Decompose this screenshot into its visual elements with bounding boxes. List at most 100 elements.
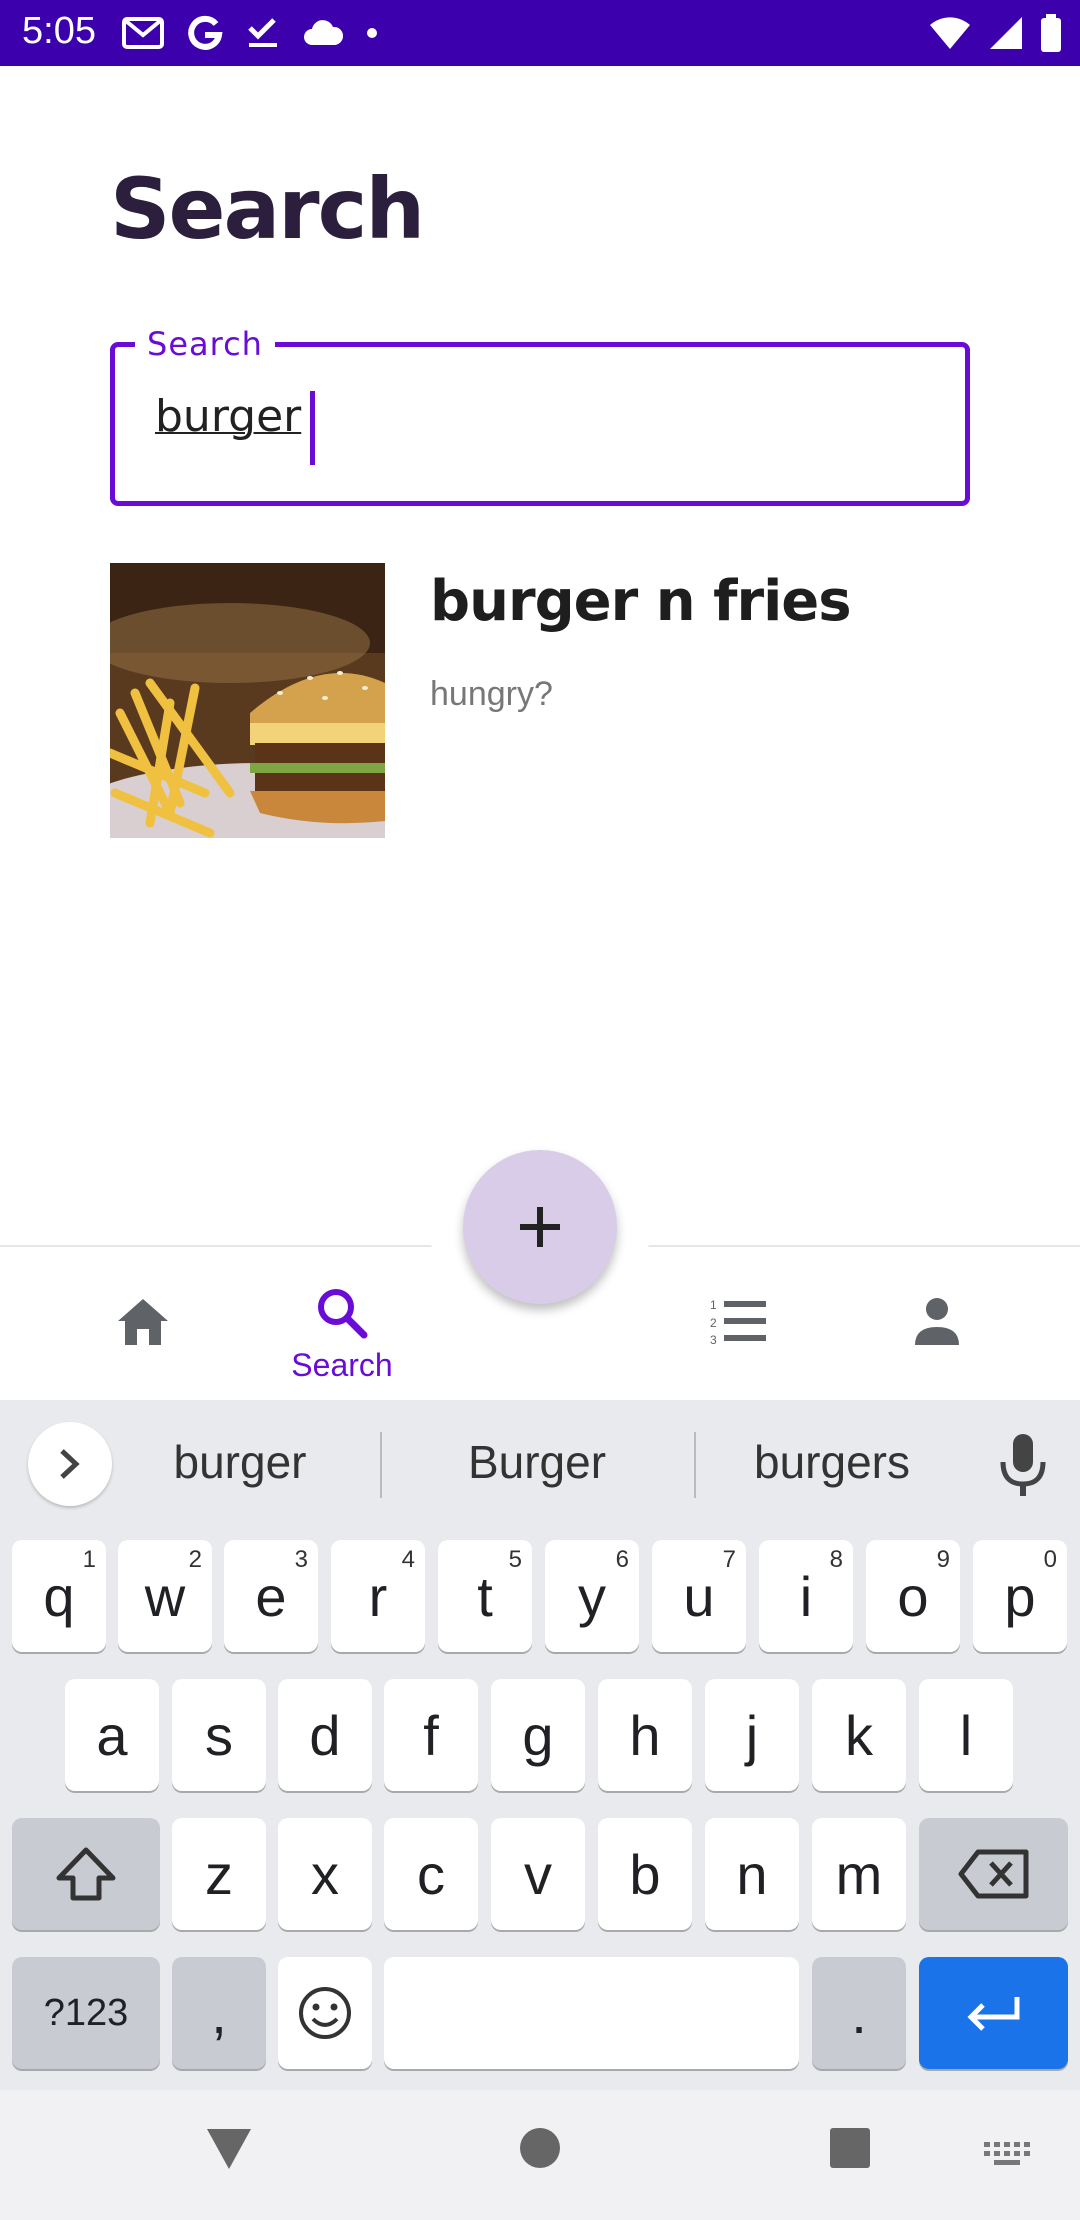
wifi-icon bbox=[930, 17, 970, 49]
enter-arrow-icon bbox=[966, 1997, 1019, 2031]
battery-icon bbox=[1041, 14, 1061, 52]
key-label: y bbox=[578, 1564, 606, 1628]
key-label: q bbox=[43, 1564, 75, 1628]
key-f[interactable]: f bbox=[384, 1679, 478, 1791]
keyboard-switch-icon[interactable] bbox=[984, 2142, 1030, 2170]
notification-icons bbox=[122, 12, 378, 54]
search-input[interactable]: burger bbox=[155, 391, 301, 442]
result-thumbnail bbox=[110, 563, 385, 838]
svg-text:1: 1 bbox=[710, 1298, 717, 1312]
key-label: w bbox=[144, 1564, 186, 1628]
key-hint: 0 bbox=[1043, 1546, 1057, 1573]
key-x[interactable]: x bbox=[278, 1818, 372, 1930]
key-v[interactable]: v bbox=[491, 1818, 585, 1930]
key-hint: 3 bbox=[294, 1546, 308, 1573]
system-icons bbox=[928, 12, 1062, 54]
key-e[interactable]: e3 bbox=[224, 1540, 318, 1652]
recents-icon[interactable] bbox=[828, 2126, 872, 2170]
backspace-icon bbox=[958, 1849, 1028, 1899]
add-button[interactable] bbox=[463, 1150, 617, 1304]
suggestion-divider bbox=[694, 1432, 696, 1498]
key-a[interactable]: a bbox=[65, 1679, 159, 1791]
nav-item-search[interactable]: Search bbox=[242, 1247, 442, 1402]
microphone-icon[interactable] bbox=[998, 1432, 1048, 1498]
shift-key[interactable] bbox=[12, 1818, 160, 1930]
emoji-key[interactable] bbox=[278, 1957, 372, 2069]
page-title: Search bbox=[110, 160, 425, 258]
nav-label-search: Search bbox=[291, 1347, 393, 1383]
key-w[interactable]: w2 bbox=[118, 1540, 212, 1652]
key-hint: 6 bbox=[615, 1546, 629, 1573]
suggestion-bar: burger Burger burgers bbox=[0, 1400, 1080, 1528]
svg-text:2: 2 bbox=[710, 1316, 717, 1330]
key-p[interactable]: p0 bbox=[973, 1540, 1067, 1652]
period-key[interactable]: . bbox=[812, 1957, 906, 2069]
search-field[interactable]: Search burger bbox=[110, 325, 970, 506]
key-hint: 5 bbox=[508, 1546, 522, 1573]
cloud-icon bbox=[304, 20, 344, 45]
key-y[interactable]: y6 bbox=[545, 1540, 639, 1652]
key-hint: 8 bbox=[829, 1546, 843, 1573]
key-i[interactable]: i8 bbox=[759, 1540, 853, 1652]
suggestion-2[interactable]: Burger bbox=[427, 1435, 647, 1489]
home-icon bbox=[118, 1299, 168, 1345]
list-item[interactable]: burger n fries hungry? bbox=[110, 563, 970, 838]
search-icon bbox=[318, 1289, 368, 1339]
backspace-key[interactable] bbox=[919, 1818, 1068, 1930]
key-c[interactable]: c bbox=[384, 1818, 478, 1930]
key-z[interactable]: z bbox=[172, 1818, 266, 1930]
key-r[interactable]: r4 bbox=[331, 1540, 425, 1652]
key-label: e bbox=[255, 1564, 287, 1628]
key-n[interactable]: n bbox=[705, 1818, 799, 1930]
back-icon[interactable] bbox=[205, 2127, 253, 2171]
key-k[interactable]: k bbox=[812, 1679, 906, 1791]
key-s[interactable]: s bbox=[172, 1679, 266, 1791]
key-hint: 4 bbox=[401, 1546, 415, 1573]
comma-key[interactable]: , bbox=[172, 1957, 266, 2069]
key-h[interactable]: h bbox=[598, 1679, 692, 1791]
keyboard: burger Burger burgers q1 w2 e3 r4 t5 y6 … bbox=[0, 1400, 1080, 2090]
system-navigation-bar bbox=[0, 2090, 1080, 2220]
space-key[interactable] bbox=[384, 1957, 799, 2069]
key-d[interactable]: d bbox=[278, 1679, 372, 1791]
symbols-key[interactable]: ?123 bbox=[12, 1957, 160, 2069]
key-o[interactable]: o9 bbox=[866, 1540, 960, 1652]
svg-text:3: 3 bbox=[710, 1333, 717, 1345]
gmail-icon bbox=[122, 17, 164, 49]
nav-item-profile[interactable] bbox=[837, 1247, 1037, 1402]
search-field-label: Search bbox=[135, 325, 275, 363]
key-q[interactable]: q1 bbox=[12, 1540, 106, 1652]
key-label: r bbox=[368, 1564, 388, 1628]
suggestion-3[interactable]: burgers bbox=[722, 1435, 942, 1489]
result-title: burger n fries bbox=[430, 569, 852, 634]
enter-key[interactable] bbox=[919, 1957, 1068, 2069]
key-label: u bbox=[683, 1564, 715, 1628]
dot-icon bbox=[367, 28, 377, 38]
key-m[interactable]: m bbox=[812, 1818, 906, 1930]
suggestion-divider bbox=[380, 1432, 382, 1498]
nav-item-home[interactable] bbox=[43, 1247, 243, 1402]
suggestion-1[interactable]: burger bbox=[130, 1435, 350, 1489]
status-bar: 5:05 bbox=[0, 0, 1080, 66]
emoji-icon bbox=[299, 1987, 351, 2039]
nav-item-list[interactable]: 1 2 3 bbox=[638, 1247, 838, 1402]
home-circle-icon[interactable] bbox=[518, 2126, 562, 2170]
key-g[interactable]: g bbox=[491, 1679, 585, 1791]
tasks-check-icon bbox=[248, 18, 277, 47]
key-label: o bbox=[897, 1564, 929, 1628]
google-icon bbox=[188, 15, 223, 50]
plus-icon bbox=[520, 1207, 560, 1247]
key-t[interactable]: t5 bbox=[438, 1540, 532, 1652]
signal-icon bbox=[990, 17, 1022, 49]
key-b[interactable]: b bbox=[598, 1818, 692, 1930]
key-j[interactable]: j bbox=[705, 1679, 799, 1791]
expand-toolbar-button[interactable] bbox=[28, 1422, 112, 1506]
key-label: i bbox=[799, 1564, 813, 1628]
list-icon: 1 2 3 bbox=[710, 1298, 766, 1345]
key-label: p bbox=[1004, 1564, 1036, 1628]
key-l[interactable]: l bbox=[919, 1679, 1013, 1791]
key-label: t bbox=[477, 1564, 493, 1628]
chevron-right-icon bbox=[60, 1449, 80, 1479]
person-icon bbox=[915, 1298, 959, 1345]
key-u[interactable]: u7 bbox=[652, 1540, 746, 1652]
